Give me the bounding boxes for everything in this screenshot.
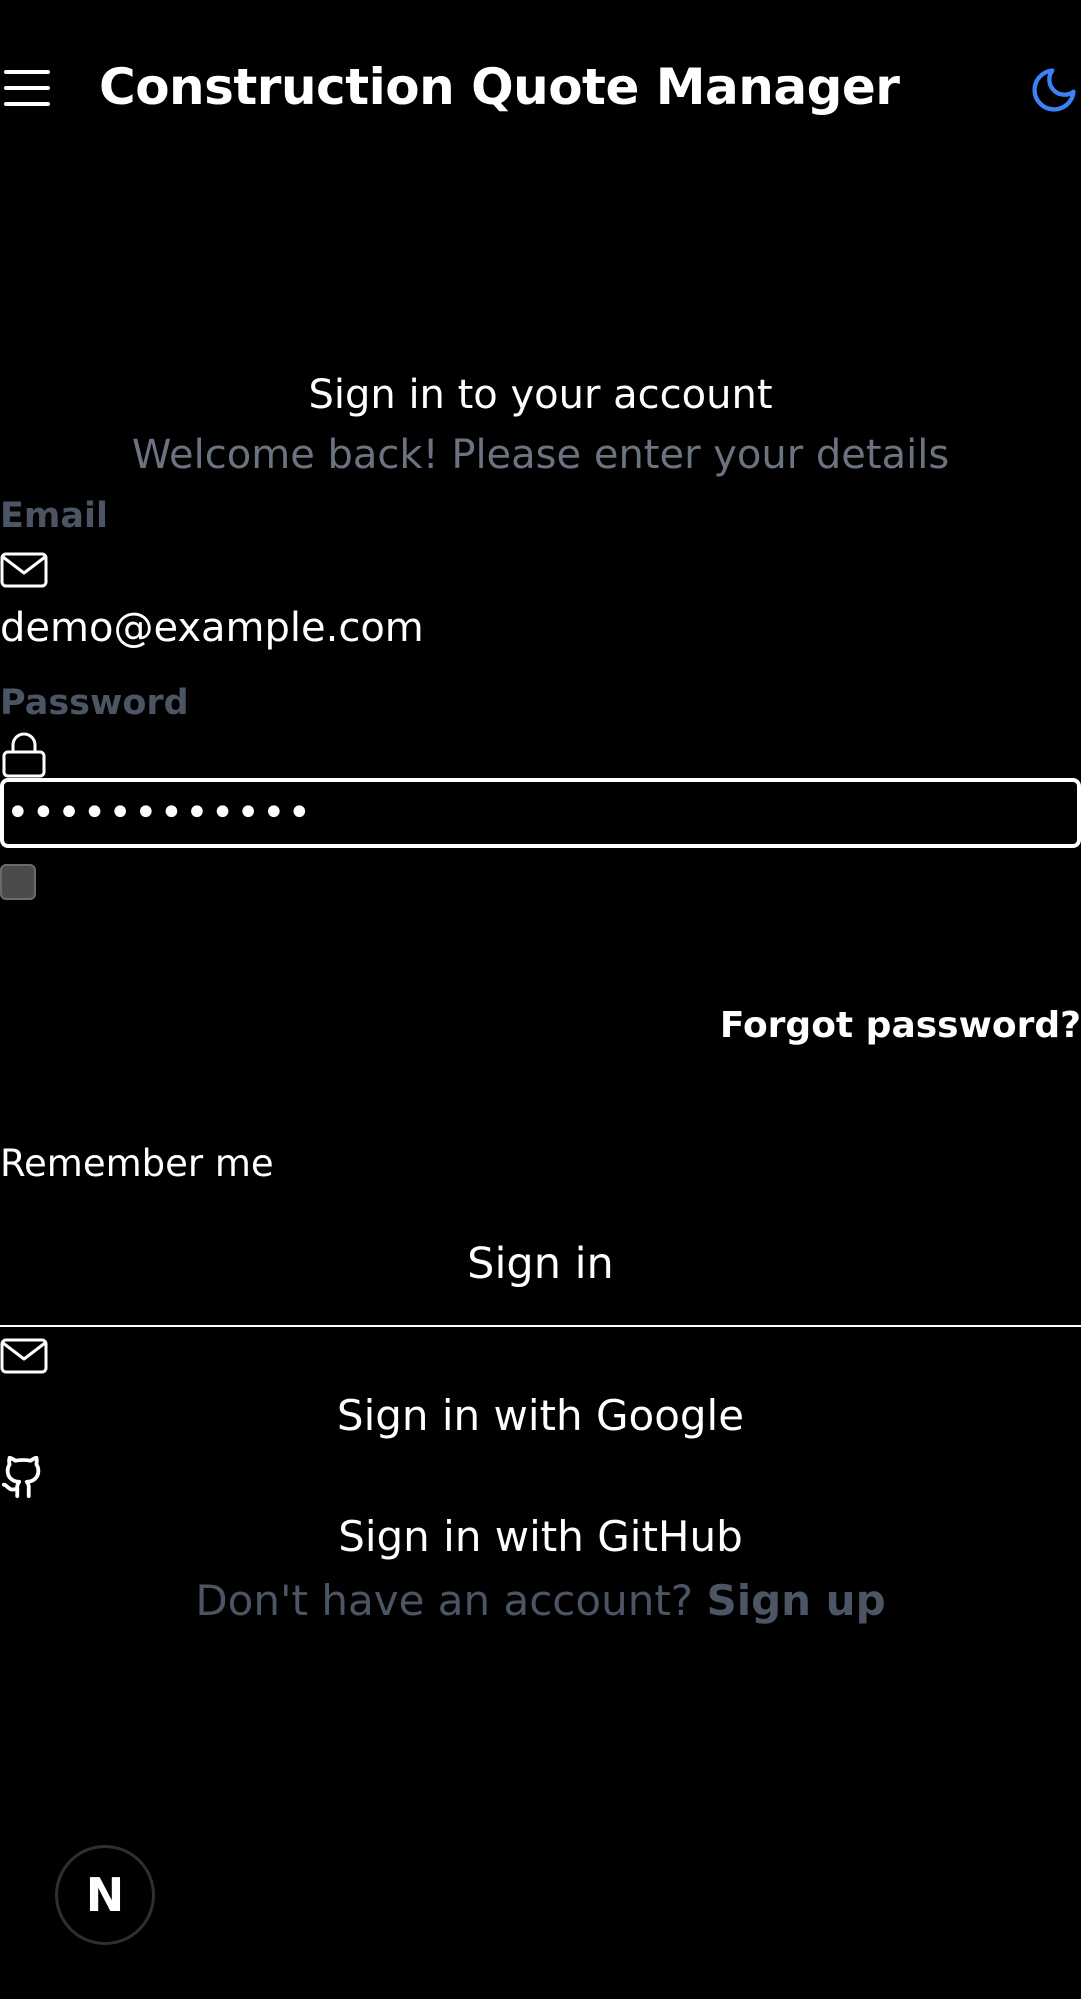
password-field[interactable] [0, 778, 1081, 848]
remember-me-label: Remember me [0, 1142, 274, 1185]
sign-in-github-button[interactable]: Sign in with GitHub [0, 1506, 1081, 1566]
hamburger-menu-icon[interactable] [4, 70, 50, 106]
email-field[interactable] [0, 602, 1081, 654]
email-label: Email [0, 496, 108, 536]
github-icon [0, 1454, 48, 1500]
no-account-text: Don't have an account? [195, 1576, 694, 1625]
divider [0, 1325, 1081, 1327]
password-label: Password [0, 683, 189, 723]
signup-prompt: Don't have an account? Sign up [0, 1576, 1081, 1625]
mail-icon [0, 550, 48, 590]
moon-icon[interactable] [1028, 64, 1080, 116]
google-mail-icon [0, 1336, 48, 1376]
sign-up-link[interactable]: Sign up [706, 1576, 885, 1625]
page-subtitle: Welcome back! Please enter your details [131, 432, 950, 478]
lock-icon [0, 732, 48, 778]
sign-in-page: Construction Quote Manager Sign in to yo… [0, 0, 1081, 1999]
badge-letter: N [85, 1868, 125, 1922]
forgot-password-link[interactable]: Forgot password? [720, 1005, 1081, 1046]
next-dev-badge[interactable]: N [55, 1845, 155, 1945]
page-title: Sign in to your account [308, 372, 773, 418]
remember-me-checkbox[interactable] [0, 864, 36, 900]
sign-in-button[interactable]: Sign in [0, 1225, 1081, 1303]
sign-in-google-button[interactable]: Sign in with Google [0, 1385, 1081, 1445]
app-title: Construction Quote Manager [99, 58, 900, 116]
